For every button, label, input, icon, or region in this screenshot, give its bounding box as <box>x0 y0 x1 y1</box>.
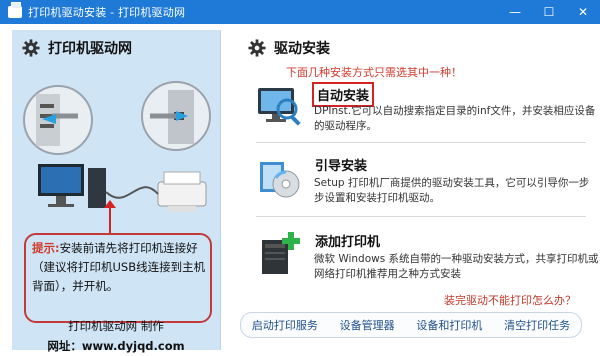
hint-arrow <box>104 200 116 234</box>
option-title[interactable]: 添加打印机 <box>312 230 383 251</box>
gear-icon <box>22 39 40 57</box>
credit-text: 打印机驱动网 制作 <box>68 319 164 333</box>
left-header: 打印机驱动网 <box>12 30 220 58</box>
gear-icon <box>248 39 266 57</box>
right-header: 驱动安装 <box>248 38 330 58</box>
setup-disc-icon <box>260 162 300 198</box>
app-icon <box>8 2 22 18</box>
monitor-search-icon <box>258 88 301 126</box>
help-link[interactable]: 装完驱动不能打印怎么办？ <box>444 292 576 308</box>
window-title: 打印机驱动安装 - 打印机驱动网 <box>28 6 186 19</box>
option-auto-install[interactable]: 自动安装 DPInst.它可以自动搜索指定目录的inf文件，并安装相应设备的驱动… <box>256 82 595 136</box>
hint-label: 提示: <box>32 241 60 255</box>
device-manager-button[interactable]: 设备管理器 <box>340 317 395 333</box>
divider <box>256 216 586 217</box>
notice-text: 下面几种安装方式只需选其中一种！ <box>286 66 462 79</box>
add-printer-icon <box>262 232 300 274</box>
bottom-toolbar: 启动打印服务 设备管理器 设备和打印机 清空打印任务 <box>240 312 582 338</box>
divider <box>256 142 586 143</box>
right-panel: 驱动安装 下面几种安装方式只需选其中一种！ 自动安装 DPInst.它可以自动搜… <box>226 30 599 350</box>
start-print-service-button[interactable]: 启动打印服务 <box>252 317 318 333</box>
option-guided-install[interactable]: 引导安装 Setup 打印机厂商提供的驱动安装工具，它可以引导你一步步设置和安装… <box>256 154 589 208</box>
left-header-title: 打印机驱动网 <box>48 41 132 57</box>
option-title[interactable]: 引导安装 <box>312 154 370 175</box>
window-controls: — ☐ ✕ <box>498 0 600 24</box>
option-add-printer[interactable]: 添加打印机 微软 Windows 系统自带的一种驱动安装方式，共享打印机或网络打… <box>256 230 599 288</box>
option-desc: DPInst.它可以自动搜索指定目录的inf文件，并安装相应设备的驱动程序。 <box>314 105 596 132</box>
minimize-button[interactable]: — <box>498 0 532 24</box>
option-desc: Setup 打印机厂商提供的驱动安装工具，它可以引导你一步步设置和安装打印机驱动… <box>314 177 590 204</box>
close-button[interactable]: ✕ <box>566 0 600 24</box>
website-text: 网址：www.dyjqd.com <box>47 339 185 353</box>
hint-box: 提示:安装前请先将打印机连接好（建议将打印机USB线连接到主机背面），并开机。 <box>24 233 212 323</box>
devices-printers-button[interactable]: 设备和打印机 <box>416 317 482 333</box>
clear-print-queue-button[interactable]: 清空打印任务 <box>504 317 570 333</box>
option-desc: 微软 Windows 系统自带的一种驱动安装方式，共享打印机或网络打印机推荐用之… <box>314 253 599 280</box>
maximize-button[interactable]: ☐ <box>532 0 566 24</box>
left-panel: 打印机驱动网 提示:安装前请先将打印机连接好（建议将打印机USB线连接到主机背面… <box>12 30 221 350</box>
right-header-title: 驱动安装 <box>274 41 330 57</box>
title-bar: 打印机驱动安装 - 打印机驱动网 — ☐ ✕ <box>0 0 600 24</box>
usb-connection-illustration <box>23 81 211 212</box>
